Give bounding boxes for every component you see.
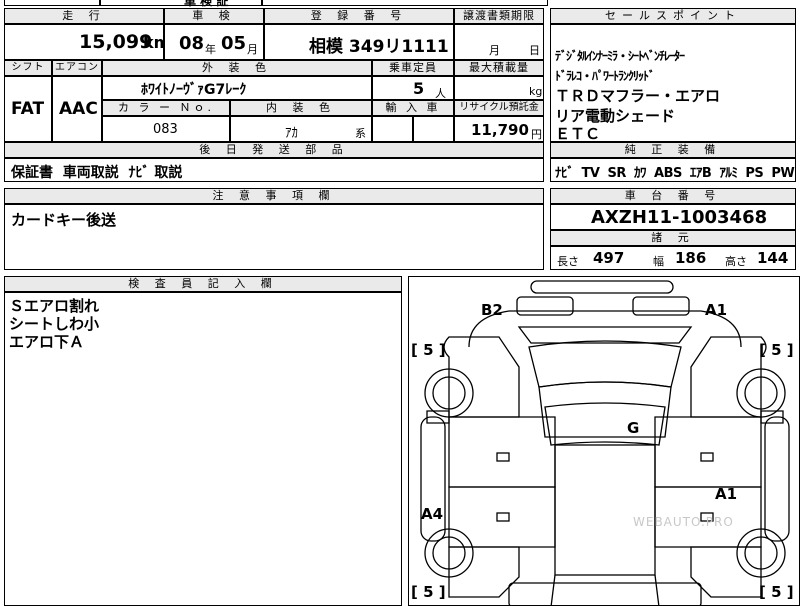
- chassis-cell: AXZH11-1003468: [550, 204, 796, 230]
- height-label: 高さ: [725, 255, 747, 268]
- import-header: 輸 入 車: [372, 100, 454, 116]
- exterior-cell: ﾎﾜｲﾄﾉｰｳﾞｧG7ﾚｰｸ: [102, 76, 372, 100]
- later-items-header: 後 日 発 送 部 品: [4, 142, 544, 158]
- registration-cell: 相模 349リ1111: [264, 24, 454, 60]
- import-cell-right: [413, 116, 454, 142]
- inspector-line: エアロ下Ａ: [9, 333, 85, 351]
- later-items-value: 保証書 車両取説 ﾅﾋﾞ 取説: [11, 165, 183, 181]
- capacity-value: 5: [413, 79, 425, 98]
- sales-point-item: ＴＲＤマフラー・エアロ: [555, 87, 721, 105]
- top-strip-left: [4, 0, 100, 6]
- color-no-cell: 083: [102, 116, 230, 142]
- notes-header: 注 意 事 項 欄: [4, 188, 544, 204]
- sales-point-item: ＥＴＣ: [555, 125, 601, 143]
- inspector-cell: Ｓエアロ割れ シートしわ小 エアロ下Ａ: [4, 292, 402, 606]
- damage-mark-a1-side: A1: [715, 485, 738, 503]
- max-load-cell: kg: [454, 76, 544, 100]
- sales-points-header: セールスポイント: [550, 8, 796, 24]
- damage-mark-g: G: [627, 419, 640, 437]
- transfer-day-unit: 日: [529, 44, 540, 57]
- specs-header: 諸 元: [550, 230, 796, 246]
- damage-mark-a1-front: A1: [705, 301, 728, 319]
- equipment-cell: ﾅﾋﾞ TV SR ｶﾜ ABS ｴｱB ｱﾙﾐ PS PW: [550, 158, 796, 182]
- width-label: 幅: [653, 255, 664, 268]
- tire-label-rear-right: [ 5 ]: [759, 583, 794, 601]
- top-strip-mid: [100, 0, 262, 6]
- sales-point-item: ﾄﾞﾗﾚｺ・ﾊﾟﾜｰﾄﾗﾝｸﾘｯﾄﾞ: [555, 69, 655, 83]
- interior-header: 内 装 色: [230, 100, 372, 116]
- recycle-cell: 11,790 円: [454, 116, 544, 142]
- aircon-cell: AAC: [52, 76, 102, 142]
- capacity-cell: 5 人: [372, 76, 454, 100]
- top-strip-right: [262, 0, 548, 6]
- watermark: WEBAUTO.PRO: [633, 515, 734, 529]
- transfer-month-unit: 月: [489, 44, 500, 57]
- shift-value: FAT: [11, 99, 45, 119]
- notes-cell: カードキー後送: [4, 204, 544, 270]
- interior-suffix: 系: [355, 127, 366, 140]
- car-outline: [420, 280, 790, 605]
- registration-value: 相模 349リ1111: [309, 37, 449, 57]
- damage-mark-a4: A4: [421, 505, 444, 523]
- shaken-year: 08: [179, 33, 205, 54]
- capacity-header: 乗車定員: [372, 60, 454, 76]
- mileage-header: 走 行: [4, 8, 164, 24]
- car-diagram: B2 A1 G A1 A4 [ 5 ] [ 5 ] [ 5 ] [ 5 ] WE…: [408, 276, 800, 606]
- color-no-value: 083: [153, 122, 178, 137]
- mileage-value: 15,099: [79, 31, 153, 53]
- width-value: 186: [675, 249, 707, 267]
- recycle-value: 11,790: [471, 121, 529, 139]
- recycle-unit: 円: [531, 128, 542, 141]
- exterior-value: ﾎﾜｲﾄﾉｰｳﾞｧG7ﾚｰｸ: [141, 82, 247, 98]
- chassis-header: 車 台 番 号: [550, 188, 796, 204]
- aircon-value: AAC: [59, 99, 98, 119]
- recycle-header: リサイクル預託金: [454, 100, 544, 116]
- sales-points-box: ﾃﾞｼﾞﾀﾙｲﾝﾅｰﾐﾗ・ｼｰﾄﾍﾞﾝﾁﾚｰﾀｰ ﾄﾞﾗﾚｺ・ﾊﾟﾜｰﾄﾗﾝｸﾘ…: [550, 24, 796, 143]
- equipment-value: ﾅﾋﾞ TV SR ｶﾜ ABS ｴｱB ｱﾙﾐ PS PW: [555, 166, 795, 181]
- chassis-value: AXZH11-1003468: [591, 207, 768, 228]
- interior-cell: ｱｶ 系: [230, 116, 372, 142]
- transfer-header: 譲渡書類期限: [454, 8, 544, 24]
- aircon-header: エアコン: [52, 60, 102, 76]
- shaken-header: 車 検: [164, 8, 264, 24]
- shaken-cell: 08 年 05 月: [164, 24, 264, 60]
- shaken-month: 05: [221, 33, 247, 54]
- shift-header: シフト: [4, 60, 52, 76]
- length-value: 497: [593, 249, 625, 267]
- shaken-month-unit: 月: [247, 43, 258, 56]
- length-label: 長さ: [557, 255, 579, 268]
- notes-value: カードキー後送: [11, 211, 117, 229]
- specs-cell: 長さ 497 幅 186 高さ 144: [550, 246, 796, 270]
- equipment-header: 純 正 装 備: [550, 142, 796, 158]
- tire-label-front-right: [ 5 ]: [759, 341, 794, 359]
- later-items-cell: 保証書 車両取説 ﾅﾋﾞ 取説: [4, 158, 544, 182]
- inspector-header: 検 査 員 記 入 欄: [4, 276, 402, 292]
- exterior-header: 外 装 色: [102, 60, 372, 76]
- tire-label-rear-left: [ 5 ]: [411, 583, 446, 601]
- sales-point-item: ﾃﾞｼﾞﾀﾙｲﾝﾅｰﾐﾗ・ｼｰﾄﾍﾞﾝﾁﾚｰﾀｰ: [555, 49, 685, 63]
- transfer-cell: 月 日: [454, 24, 544, 60]
- max-load-header: 最大積載量: [454, 60, 544, 76]
- mileage-cell: 15,099 km: [4, 24, 170, 60]
- color-no-header: カ ラ ー Ｎｏ.: [102, 100, 230, 116]
- registration-header: 登 録 番 号: [264, 8, 454, 24]
- shaken-year-unit: 年: [205, 43, 216, 56]
- max-load-unit: kg: [529, 85, 543, 98]
- damage-mark-b2: B2: [481, 301, 503, 319]
- import-cell-left: [372, 116, 413, 142]
- capacity-unit: 人: [435, 87, 446, 100]
- height-value: 144: [757, 249, 789, 267]
- shift-cell: FAT: [4, 76, 52, 142]
- tire-label-front-left: [ 5 ]: [411, 341, 446, 359]
- interior-value: ｱｶ: [285, 126, 298, 141]
